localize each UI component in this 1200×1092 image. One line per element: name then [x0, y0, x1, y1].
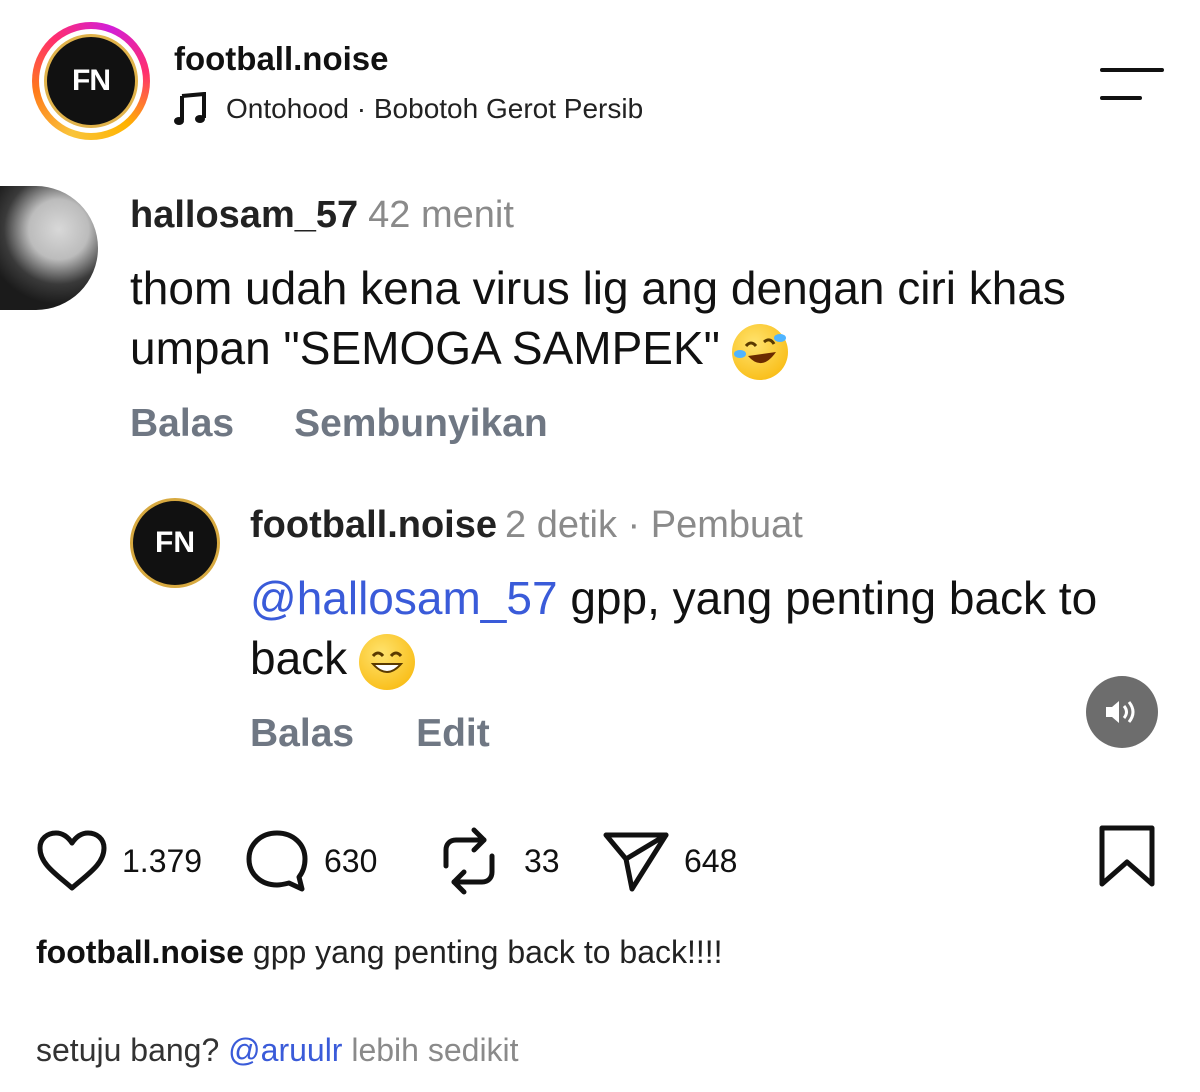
caption-username[interactable]: football.noise: [36, 934, 244, 970]
account-name[interactable]: football.noise: [174, 40, 389, 78]
like-action[interactable]: 1.379: [36, 826, 202, 896]
post-caption: football.noise gpp yang penting back to …: [36, 934, 723, 971]
like-count: 1.379: [122, 842, 203, 879]
reply-avatar[interactable]: FN: [130, 498, 220, 588]
caption-continuation: setuju bang? @aruulr lebih sedikit: [36, 1032, 519, 1069]
reply-reply-button[interactable]: Balas: [250, 712, 354, 755]
comment-text: thom udah kena virus lig ang dengan ciri…: [130, 258, 1130, 380]
heart-icon: [37, 830, 107, 891]
comment-actions: Balas Sembunyikan: [130, 402, 548, 446]
avatar-initials: FN: [44, 34, 138, 128]
send-icon: [603, 832, 669, 892]
hide-button[interactable]: Sembunyikan: [294, 402, 548, 445]
music-note-icon: [174, 92, 206, 125]
sound-button[interactable]: [1086, 676, 1158, 748]
comment-action[interactable]: 630: [244, 826, 377, 896]
comment-username[interactable]: hallosam_57: [130, 194, 358, 236]
reply-text: @hallosam_57 gpp, yang penting back to b…: [250, 568, 1190, 690]
speaker-icon: [1106, 701, 1135, 723]
caption-mention[interactable]: @aruulr: [228, 1032, 342, 1068]
reply-username[interactable]: football.noise: [250, 504, 497, 546]
caption-prefix: setuju bang?: [36, 1032, 220, 1068]
caption-text: gpp yang penting back to back!!!!: [252, 934, 723, 970]
repost-action[interactable]: 33: [438, 826, 560, 896]
less-link[interactable]: lebih sedikit: [351, 1032, 518, 1068]
edit-button[interactable]: Edit: [416, 712, 490, 755]
reply-meta: 2 detik · Pembuat: [505, 504, 803, 546]
profile-avatar[interactable]: FN: [32, 22, 150, 140]
comment-body: thom udah kena virus lig ang dengan ciri…: [130, 262, 1066, 374]
music-label: Ontohood · Bobotoh Gerot Persib: [226, 93, 644, 124]
share-action[interactable]: 648: [602, 826, 737, 896]
music-row[interactable]: Ontohood · Bobotoh Gerot Persib: [174, 92, 643, 126]
reply-avatar-initials: FN: [155, 526, 195, 559]
comment-bubble-icon: [246, 830, 308, 892]
reply-actions: Balas Edit: [250, 712, 490, 756]
share-count: 648: [684, 842, 738, 879]
commenter-avatar[interactable]: [0, 186, 98, 310]
comment-time: 42 menit: [368, 194, 514, 236]
reply-button[interactable]: Balas: [130, 402, 234, 445]
bookmark-icon[interactable]: [1098, 824, 1156, 888]
reply-header: football.noise 2 detik · Pembuat: [250, 504, 803, 547]
rofl-emoji: [731, 323, 788, 380]
grin-emoji: [359, 633, 416, 690]
comment-header: hallosam_57 42 menit: [130, 194, 514, 237]
repost-count: 33: [524, 842, 560, 879]
menu-icon[interactable]: [1100, 66, 1164, 102]
comment-count: 630: [324, 842, 378, 879]
repost-icon: [443, 827, 495, 895]
reply-mention[interactable]: @hallosam_57: [250, 572, 558, 624]
